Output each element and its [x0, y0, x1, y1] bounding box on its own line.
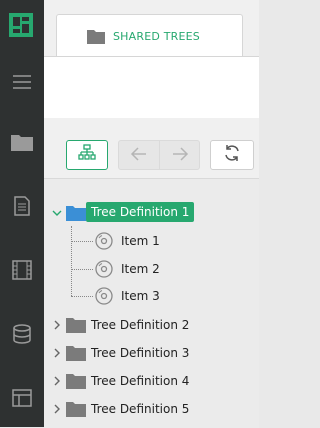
tree-node-label[interactable]: Tree Definition 3 — [91, 346, 189, 360]
tree-node[interactable]: Tree Definition 2 — [44, 314, 259, 336]
tree-node-label[interactable]: Item 3 — [121, 289, 160, 303]
chevron-right-icon[interactable] — [52, 404, 62, 414]
tree-node-label[interactable]: Item 1 — [121, 234, 160, 248]
tree-node-label[interactable]: Tree Definition 1 — [86, 202, 195, 222]
chevron-down-icon[interactable] — [52, 208, 62, 218]
tab-shared-trees[interactable]: SHARED TREES — [56, 14, 243, 57]
left-rail — [0, 0, 44, 427]
folder-icon — [87, 29, 105, 48]
hierarchy-button[interactable] — [66, 140, 108, 170]
disc-icon — [95, 260, 113, 282]
document-icon[interactable] — [0, 186, 44, 226]
tree-view: Tree Definition 1 Item 1 Item 2 Item 3 T… — [44, 178, 259, 428]
refresh-icon — [223, 144, 241, 166]
tree-toolbar — [44, 118, 259, 178]
arrow-left-icon — [130, 146, 148, 165]
chevron-right-icon[interactable] — [52, 376, 62, 386]
tree-node-label[interactable]: Tree Definition 4 — [91, 374, 189, 388]
tree-node[interactable]: Tree Definition 4 — [44, 370, 259, 392]
main-panel: SHARED TREES Tree Definition 1 Item 1 It… — [44, 0, 259, 428]
tree-node[interactable]: Tree Definition 3 — [44, 342, 259, 364]
app-logo-icon — [9, 13, 33, 37]
table-icon[interactable] — [0, 378, 44, 418]
forward-button[interactable] — [159, 140, 200, 170]
menu-icon[interactable] — [0, 62, 44, 102]
tree-node[interactable]: Tree Definition 1 — [44, 202, 259, 224]
folder-icon[interactable] — [0, 122, 44, 162]
tree-node-label[interactable]: Item 2 — [121, 262, 160, 276]
chevron-right-icon[interactable] — [52, 348, 62, 358]
disc-icon — [95, 232, 113, 254]
tree-node-label[interactable]: Tree Definition 2 — [91, 318, 189, 332]
disc-icon — [95, 287, 113, 309]
tree-node[interactable]: Tree Definition 5 — [44, 398, 259, 420]
tab-content-area — [44, 56, 259, 119]
database-icon[interactable] — [0, 314, 44, 354]
back-button[interactable] — [118, 140, 160, 170]
chevron-right-icon[interactable] — [52, 320, 62, 330]
folder-icon — [66, 401, 86, 421]
film-icon[interactable] — [0, 250, 44, 290]
tree-node-child[interactable]: Item 1 — [44, 230, 259, 252]
folder-icon — [66, 345, 86, 365]
refresh-button[interactable] — [210, 140, 254, 170]
tree-node-label[interactable]: Tree Definition 5 — [91, 402, 189, 416]
tree-node-child[interactable]: Item 3 — [44, 285, 259, 307]
arrow-right-icon — [171, 146, 189, 165]
folder-open-icon — [66, 205, 86, 225]
tab-label: SHARED TREES — [113, 30, 200, 43]
folder-icon — [66, 373, 86, 393]
folder-icon — [66, 317, 86, 337]
hierarchy-icon — [78, 144, 96, 166]
tree-node-child[interactable]: Item 2 — [44, 258, 259, 280]
